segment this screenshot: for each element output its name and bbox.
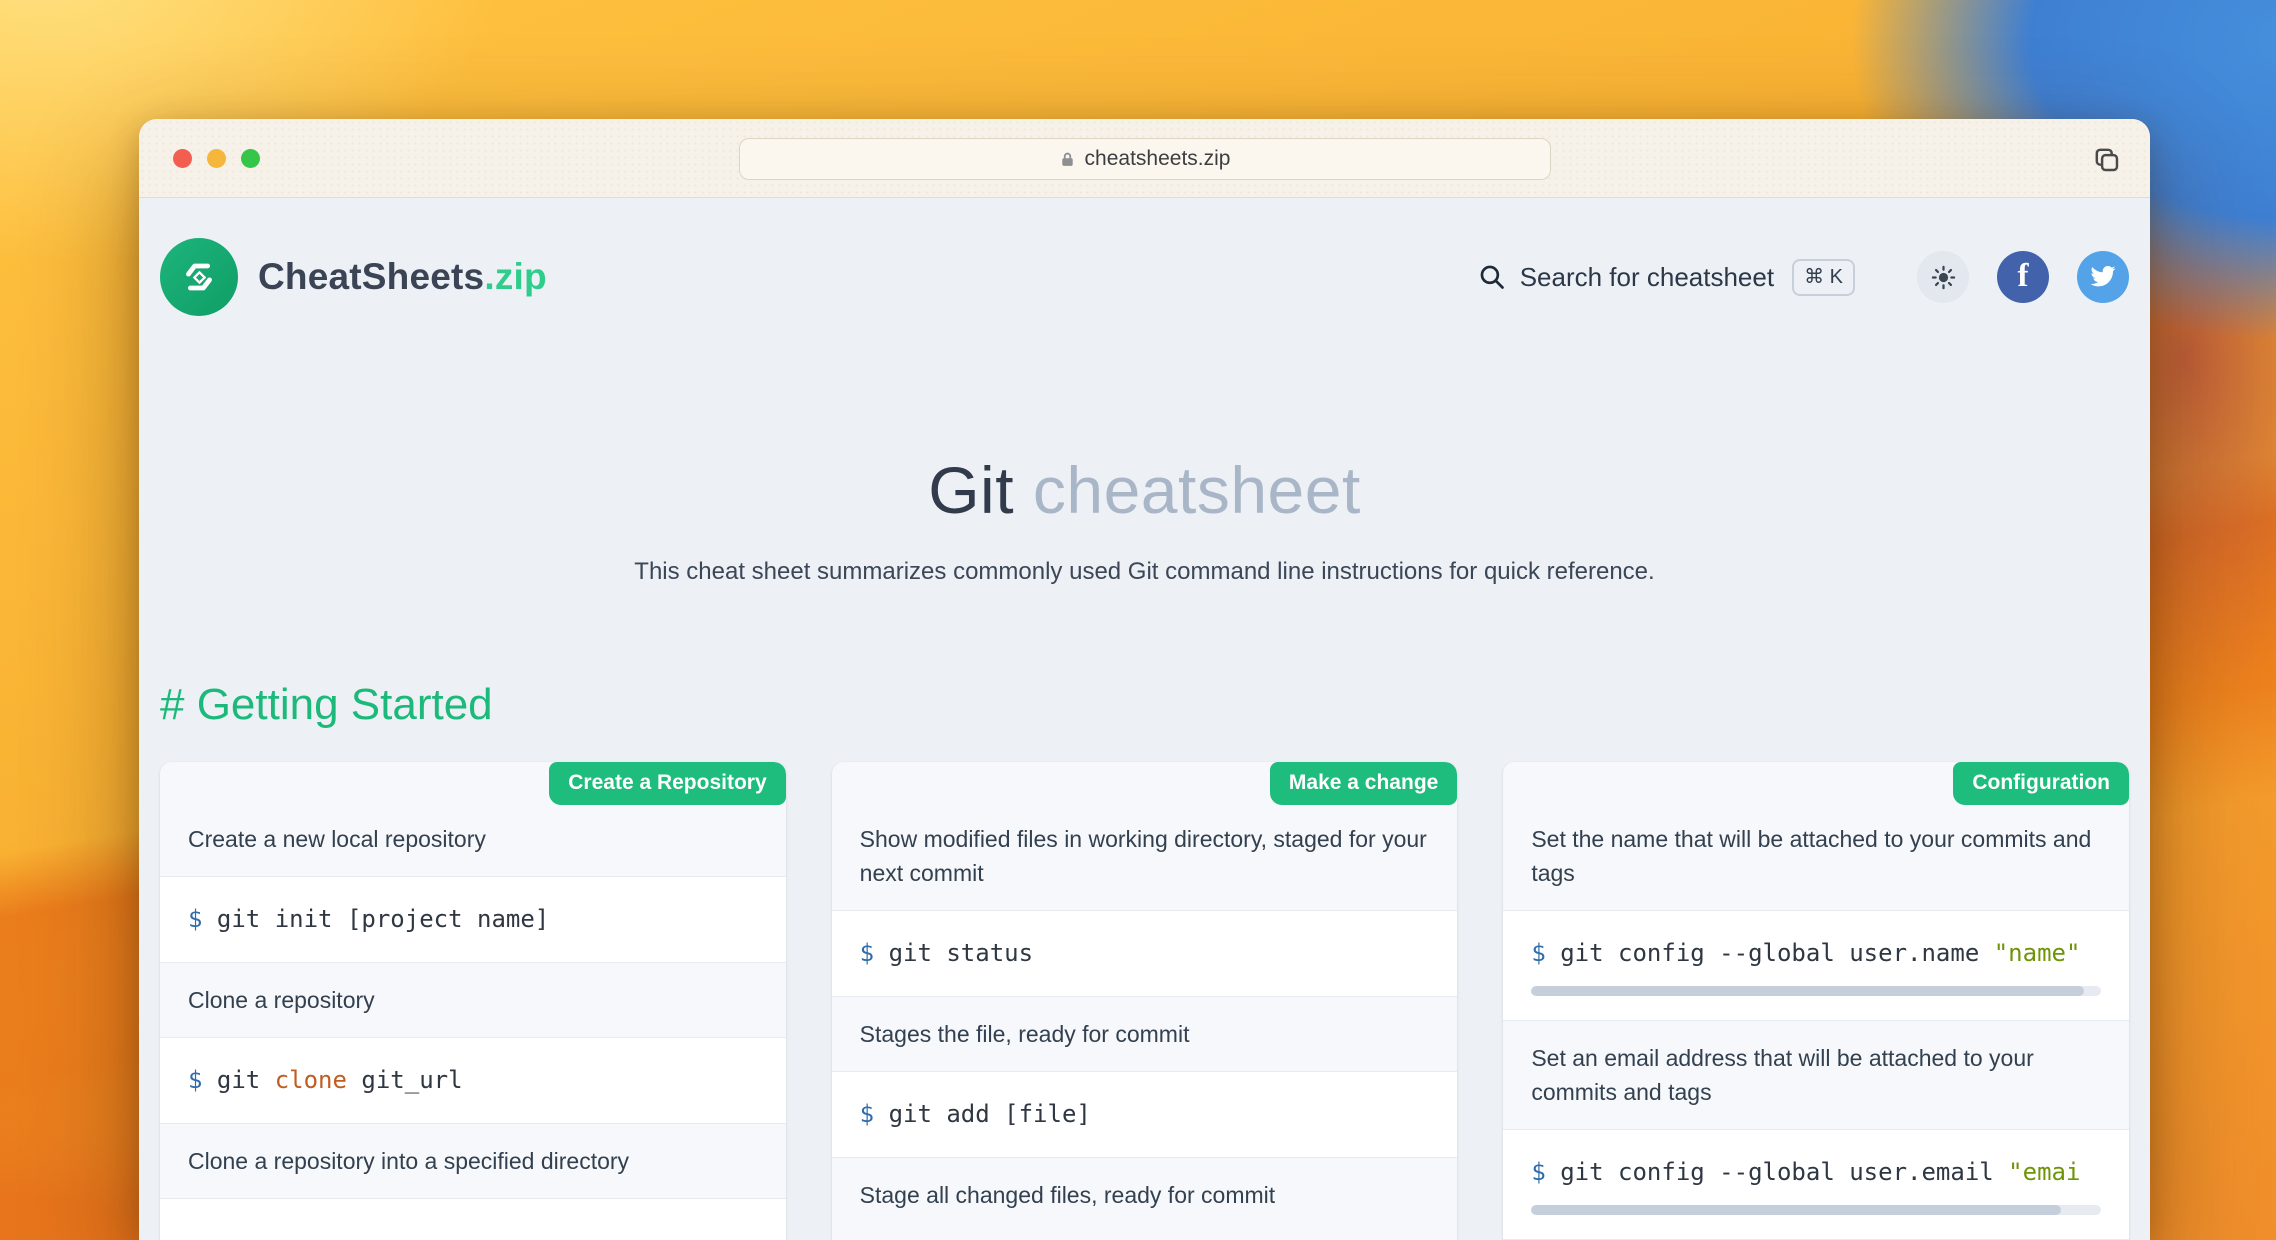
command-row[interactable]: $ git status — [832, 910, 1458, 997]
twitter-button[interactable] — [2077, 251, 2129, 303]
card-make-a-change: Make a change Show modified files in wor… — [832, 762, 1458, 1240]
card-badge: Create a Repository — [549, 762, 785, 805]
command-row[interactable]: $ git config --global user.name "name" — [1503, 910, 2129, 1021]
header-actions: Search for cheatsheet ⌘ K — [1478, 251, 2129, 303]
page-title-primary: Git — [928, 453, 1014, 527]
command-text: git status — [889, 939, 1034, 967]
command-description: Set an email address that will be attach… — [1503, 1021, 2129, 1129]
webpage: CheatSheets.zip Search for cheatsheet ⌘ … — [139, 198, 2150, 1240]
cheatsheets-logo-icon — [160, 238, 238, 316]
facebook-icon: f — [2018, 258, 2029, 295]
window-controls — [173, 119, 260, 197]
command-description: Clone a repository — [160, 963, 786, 1037]
close-button[interactable] — [173, 149, 192, 168]
search-placeholder: Search for cheatsheet — [1520, 262, 1774, 293]
page-subtitle: This cheat sheet summarizes commonly use… — [160, 558, 2129, 586]
lock-icon — [1059, 151, 1076, 168]
browser-titlebar: cheatsheets.zip — [139, 119, 2150, 198]
search-shortcut-kbd: ⌘ K — [1792, 259, 1855, 296]
command-row[interactable]: $ git add [file] — [832, 1071, 1458, 1158]
card-badge: Make a change — [1270, 762, 1457, 805]
horizontal-scrollbar[interactable] — [1531, 1205, 2101, 1215]
facebook-button[interactable]: f — [1997, 251, 2049, 303]
url-text: cheatsheets.zip — [1085, 147, 1231, 171]
browser-window: cheatsheets.zip — [139, 119, 2150, 1240]
card-create-a-repository: Create a Repository Create a new local r… — [160, 762, 786, 1240]
command-description: Stage all changed files, ready for commi… — [832, 1158, 1458, 1232]
scrollbar-thumb[interactable] — [1531, 986, 2084, 996]
site-header: CheatSheets.zip Search for cheatsheet ⌘ … — [160, 238, 2129, 316]
cheatsheet-cards: Create a Repository Create a new local r… — [160, 762, 2129, 1240]
page-title-secondary: cheatsheet — [1014, 453, 1361, 527]
command-text: git clone git_url — [217, 1066, 463, 1094]
command-text: git config --global user.email "emai — [1560, 1158, 2080, 1186]
theme-toggle-button[interactable] — [1917, 251, 1969, 303]
search-bar[interactable]: Search for cheatsheet ⌘ K — [1478, 259, 1855, 296]
card-badge: Configuration — [1953, 762, 2129, 805]
command-text: git add [file] — [889, 1100, 1091, 1128]
search-icon — [1478, 263, 1506, 291]
sun-icon — [1930, 264, 1957, 291]
prompt-symbol: $ — [860, 1100, 874, 1128]
twitter-icon — [2088, 262, 2118, 292]
command-text: git init [project name] — [217, 905, 549, 933]
command-text: git config --global user.name "name" — [1560, 939, 2080, 967]
command-row[interactable]: $ git init [project name] — [160, 876, 786, 963]
page-title: Git cheatsheet — [160, 452, 2129, 528]
prompt-symbol: $ — [188, 1066, 202, 1094]
command-description: Stages the file, ready for commit — [832, 997, 1458, 1071]
site-title: CheatSheets.zip — [258, 256, 547, 298]
address-bar[interactable]: cheatsheets.zip — [739, 138, 1551, 180]
minimize-button[interactable] — [207, 149, 226, 168]
scrollbar-thumb[interactable] — [1531, 1205, 2061, 1215]
hero: Git cheatsheet This cheat sheet summariz… — [160, 452, 2129, 586]
prompt-symbol: $ — [860, 939, 874, 967]
horizontal-scrollbar[interactable] — [1531, 986, 2101, 996]
section-heading-getting-started: # Getting Started — [160, 680, 2129, 730]
command-description: Clone a repository into a specified dire… — [160, 1124, 786, 1198]
command-row[interactable]: $ git clone git_url — [160, 1037, 786, 1124]
zoom-button[interactable] — [241, 149, 260, 168]
site-title-tld: .zip — [484, 256, 546, 297]
site-logo[interactable]: CheatSheets.zip — [160, 238, 547, 316]
command-row[interactable]: $ git config --global user.email "emai — [1503, 1129, 2129, 1240]
card-configuration: Configuration Set the name that will be … — [1503, 762, 2129, 1240]
prompt-symbol: $ — [188, 905, 202, 933]
command-row[interactable] — [160, 1198, 786, 1240]
prompt-symbol: $ — [1531, 1158, 1545, 1186]
prompt-symbol: $ — [1531, 939, 1545, 967]
tab-overview-button[interactable] — [2088, 141, 2124, 177]
